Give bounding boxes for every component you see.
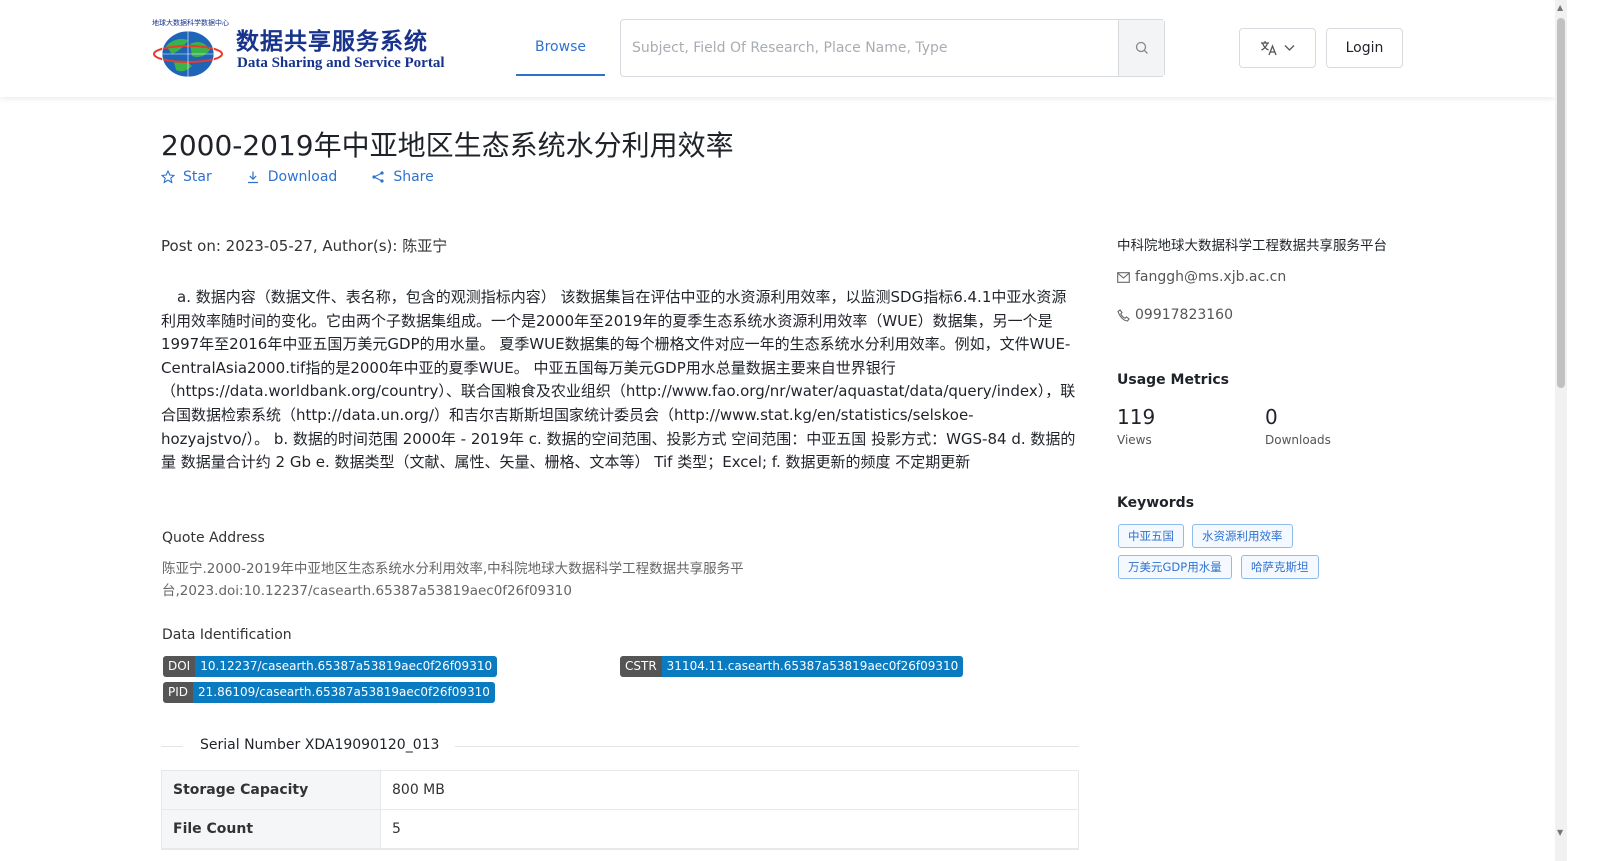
- table-key: File Count: [162, 810, 381, 848]
- nav-browse-tab[interactable]: Browse: [516, 18, 605, 76]
- globe-logo-icon: [153, 30, 223, 78]
- contact-phone: 09917823160: [1117, 307, 1233, 323]
- language-switch-button[interactable]: [1239, 28, 1316, 68]
- scroll-thumb[interactable]: [1557, 18, 1565, 388]
- dataset-info-table: Storage Capacity 800 MB File Count 5: [161, 770, 1079, 850]
- page-scrollbar[interactable]: ▲ ▼: [1555, 0, 1567, 861]
- logo-title-cn: 数据共享服务系统: [236, 28, 428, 55]
- dataset-actions: Star Download Share: [161, 169, 434, 185]
- downloads-count: 0: [1265, 405, 1278, 429]
- table-value: 800 MB: [392, 782, 445, 798]
- table-key: Storage Capacity: [162, 771, 381, 809]
- usage-metrics-heading: Usage Metrics: [1117, 372, 1229, 388]
- star-button[interactable]: Star: [161, 169, 212, 185]
- keywords-heading: Keywords: [1117, 495, 1195, 511]
- views-label: Views: [1117, 433, 1152, 447]
- downloads-label: Downloads: [1265, 433, 1331, 447]
- doi-badge-value: 10.12237/casearth.65387a53819aec0f26f093…: [195, 656, 498, 677]
- scroll-down-icon[interactable]: ▼: [1557, 828, 1563, 837]
- table-row: File Count 5: [162, 810, 1078, 849]
- pid-badge[interactable]: PID 21.86109/casearth.65387a53819aec0f26…: [163, 682, 495, 703]
- search-button[interactable]: [1118, 20, 1164, 76]
- serial-number-divider: Serial Number XDA19090120_013: [161, 737, 1079, 757]
- contact-email[interactable]: fanggh@ms.xjb.ac.cn: [1117, 269, 1286, 285]
- chevron-down-icon: [1284, 45, 1295, 51]
- star-label: Star: [183, 169, 212, 185]
- quote-address-text: 陈亚宁.2000-2019年中亚地区生态系统水分利用效率,中科院地球大数据科学工…: [162, 561, 744, 599]
- keyword-tag[interactable]: 水资源利用效率: [1192, 524, 1293, 548]
- share-icon: [372, 171, 384, 183]
- table-row: Storage Capacity 800 MB: [162, 771, 1078, 810]
- views-count: 119: [1117, 405, 1156, 429]
- download-button[interactable]: Download: [246, 169, 338, 185]
- dataset-description: a. 数据内容（数据文件、表名称，包含的观测指标内容） 该数据集旨在评估中亚的水…: [161, 288, 1076, 472]
- share-button[interactable]: Share: [371, 169, 434, 185]
- translate-icon: [1261, 41, 1277, 56]
- mail-icon: [1117, 271, 1130, 283]
- search-icon: [1135, 41, 1148, 54]
- organization-name: 中科院地球大数据科学工程数据共享服务平台: [1117, 238, 1387, 254]
- login-button[interactable]: Login: [1326, 28, 1403, 68]
- cstr-badge-value: 31104.11.casearth.65387a53819aec0f26f093…: [661, 656, 964, 677]
- logo-arc-text: 地球大数据科学数据中心: [152, 19, 229, 27]
- keyword-tag[interactable]: 中亚五国: [1118, 524, 1184, 548]
- download-label: Download: [267, 169, 338, 185]
- keyword-tag[interactable]: 哈萨克斯坦: [1241, 555, 1319, 579]
- scroll-up-icon[interactable]: ▲: [1557, 3, 1563, 12]
- divider-line-right: [455, 746, 1079, 747]
- phone-icon: [1117, 308, 1130, 322]
- keyword-tag[interactable]: 万美元GDP用水量: [1118, 555, 1232, 579]
- dataset-title: 2000-2019年中亚地区生态系统水分利用效率: [161, 129, 734, 162]
- post-info: Post on: 2023-05-27, Author(s): 陈亚宁: [161, 237, 448, 255]
- cstr-badge-key: CSTR: [620, 656, 662, 677]
- logo-title-en: Data Sharing and Service Portal: [237, 55, 445, 71]
- download-icon: [247, 171, 258, 184]
- top-header: 地球大数据科学数据中心 数据共享服务系统 Data Sharing and Se…: [0, 0, 1555, 97]
- table-value: 5: [392, 821, 401, 837]
- doi-badge-key: DOI: [163, 656, 196, 677]
- pid-badge-key: PID: [163, 682, 194, 703]
- quote-address-label: Quote Address: [162, 530, 265, 546]
- data-identification-label: Data Identification: [162, 627, 292, 643]
- search-box: [620, 19, 1165, 77]
- star-icon: [161, 170, 175, 184]
- share-label: Share: [393, 169, 434, 185]
- serial-number: Serial Number XDA19090120_013: [200, 737, 440, 753]
- pid-badge-value: 21.86109/casearth.65387a53819aec0f26f093…: [193, 682, 495, 703]
- doi-badge[interactable]: DOI 10.12237/casearth.65387a53819aec0f26…: [163, 656, 498, 677]
- cstr-badge[interactable]: CSTR 31104.11.casearth.65387a53819aec0f2…: [620, 656, 964, 677]
- contact-email-text: fanggh@ms.xjb.ac.cn: [1135, 269, 1287, 285]
- search-input[interactable]: [621, 20, 1119, 76]
- contact-phone-text: 09917823160: [1135, 307, 1233, 323]
- divider-line-left: [161, 746, 183, 747]
- portal-logo[interactable]: 地球大数据科学数据中心 数据共享服务系统 Data Sharing and Se…: [152, 18, 445, 80]
